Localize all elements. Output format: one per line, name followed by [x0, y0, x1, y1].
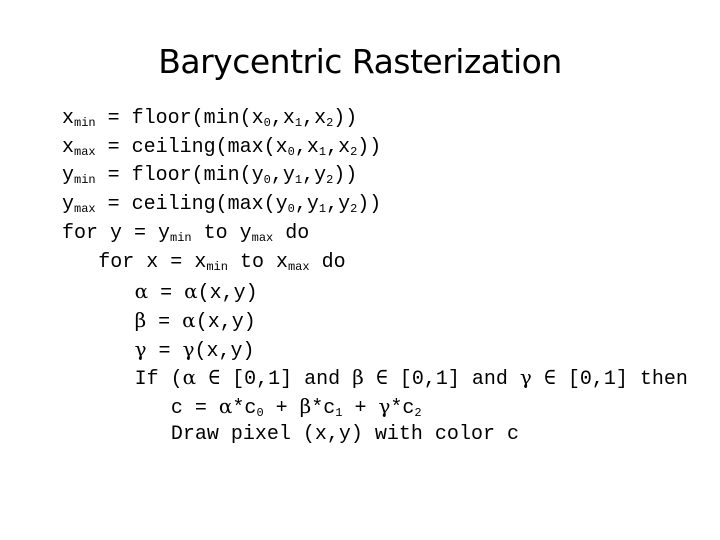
- subscript: min: [170, 230, 192, 245]
- subscript: 1: [294, 173, 303, 188]
- code-text: =: [146, 310, 183, 334]
- code-line: ymax = ceiling(max(y0,y1,y2)): [62, 191, 381, 219]
- code-line: c = α*c0 + β*c1 + γ*c2: [171, 392, 422, 420]
- subscript: 0: [287, 144, 295, 159]
- code-text: = floor(min(x: [95, 107, 264, 130]
- subscript: min: [74, 116, 96, 130]
- greek-symbol: γ: [519, 365, 532, 390]
- subscript: 0: [263, 116, 271, 130]
- code-text: = ceiling(max(y: [95, 193, 288, 217]
- code-text: to x: [227, 250, 288, 274]
- code-line: for y = ymin to ymax do: [62, 220, 309, 248]
- code-text: )): [357, 135, 382, 159]
- code-line: xmin = floor(min(x0,x1,x2)): [62, 105, 357, 133]
- code-text: do: [273, 221, 310, 245]
- code-text: Draw pixel (x,y) with color c: [170, 422, 519, 446]
- code-line: for x = xmin to xmax do: [98, 249, 345, 277]
- code-text: )): [357, 193, 382, 217]
- code-text: ,y: [326, 193, 351, 217]
- code-text: (x,y): [194, 339, 255, 363]
- code-text: (x,y): [195, 310, 256, 334]
- code-text: for y = y: [62, 221, 171, 245]
- code-text: *c: [390, 397, 415, 420]
- code-text: y: [62, 193, 75, 217]
- greek-symbol: β: [134, 307, 147, 332]
- code-line: α = α(x,y): [135, 277, 258, 305]
- code-line: ymin = floor(min(y0,y1,y2)): [62, 162, 357, 190]
- code-text: ∈ [0,1] and: [196, 368, 353, 392]
- greek-symbol: γ: [182, 336, 195, 361]
- code-text: c =: [170, 397, 219, 420]
- code-line: If (α ∈ [0,1] and β ∈ [0,1] and γ ∈ [0,1…: [135, 363, 688, 391]
- subscript: max: [74, 202, 96, 217]
- code-line: xmax = ceiling(max(x0,x1,x2)): [62, 134, 381, 162]
- code-text: =: [148, 282, 185, 306]
- greek-symbol: β: [352, 365, 364, 390]
- code-text: (x,y): [197, 282, 258, 306]
- code-line: Draw pixel (x,y) with color c: [171, 421, 519, 449]
- subscript: max: [287, 259, 310, 274]
- greek-symbol: α: [218, 394, 233, 418]
- code-text: do: [309, 250, 346, 274]
- code-text: +: [263, 397, 300, 420]
- code-text: ,x: [302, 107, 327, 130]
- code-line: γ = γ(x,y): [135, 335, 255, 363]
- code-text: +: [342, 397, 379, 420]
- greek-symbol: γ: [134, 336, 147, 361]
- subscript: 1: [318, 202, 327, 217]
- code-text: for x = x: [98, 250, 207, 274]
- code-text: y: [62, 164, 75, 188]
- greek-symbol: α: [182, 307, 196, 332]
- greek-symbol: γ: [378, 394, 391, 418]
- code-text: *c: [232, 397, 257, 420]
- code-text: to y: [191, 221, 252, 245]
- greek-symbol: α: [184, 279, 198, 304]
- subscript: 1: [318, 144, 327, 159]
- code-text: If (: [134, 368, 183, 392]
- code-text: ,x: [294, 135, 319, 159]
- subscript: max: [74, 144, 96, 159]
- code-text: ,y: [270, 164, 295, 188]
- subscript: 0: [263, 173, 271, 188]
- slide-title: Barycentric Rasterization: [158, 42, 562, 81]
- code-line: β = α(x,y): [135, 306, 256, 334]
- code-text: *c: [311, 397, 336, 420]
- greek-symbol: α: [134, 279, 149, 304]
- subscript: 2: [414, 406, 422, 420]
- code-text: )): [333, 107, 358, 130]
- subscript: max: [251, 230, 274, 245]
- code-text: ,x: [270, 107, 295, 130]
- code-text: ∈ [0,1] then: [531, 368, 688, 392]
- code-text: = floor(min(y: [95, 164, 264, 188]
- code-text: x: [62, 107, 75, 130]
- subscript: 0: [287, 202, 295, 217]
- code-text: =: [146, 339, 183, 363]
- subscript: 1: [294, 116, 303, 130]
- code-text: )): [333, 164, 358, 188]
- code-text: ,x: [326, 135, 351, 159]
- code-text: ,y: [302, 164, 327, 188]
- subscript: min: [206, 259, 228, 274]
- code-text: = ceiling(max(x: [95, 135, 288, 159]
- subscript: 0: [256, 406, 264, 420]
- code-text: ,y: [294, 193, 319, 217]
- code-text: x: [62, 135, 75, 159]
- subscript: min: [74, 173, 96, 188]
- greek-symbol: α: [182, 365, 197, 390]
- code-text: ∈ [0,1] and: [363, 368, 520, 392]
- greek-symbol: β: [299, 394, 312, 418]
